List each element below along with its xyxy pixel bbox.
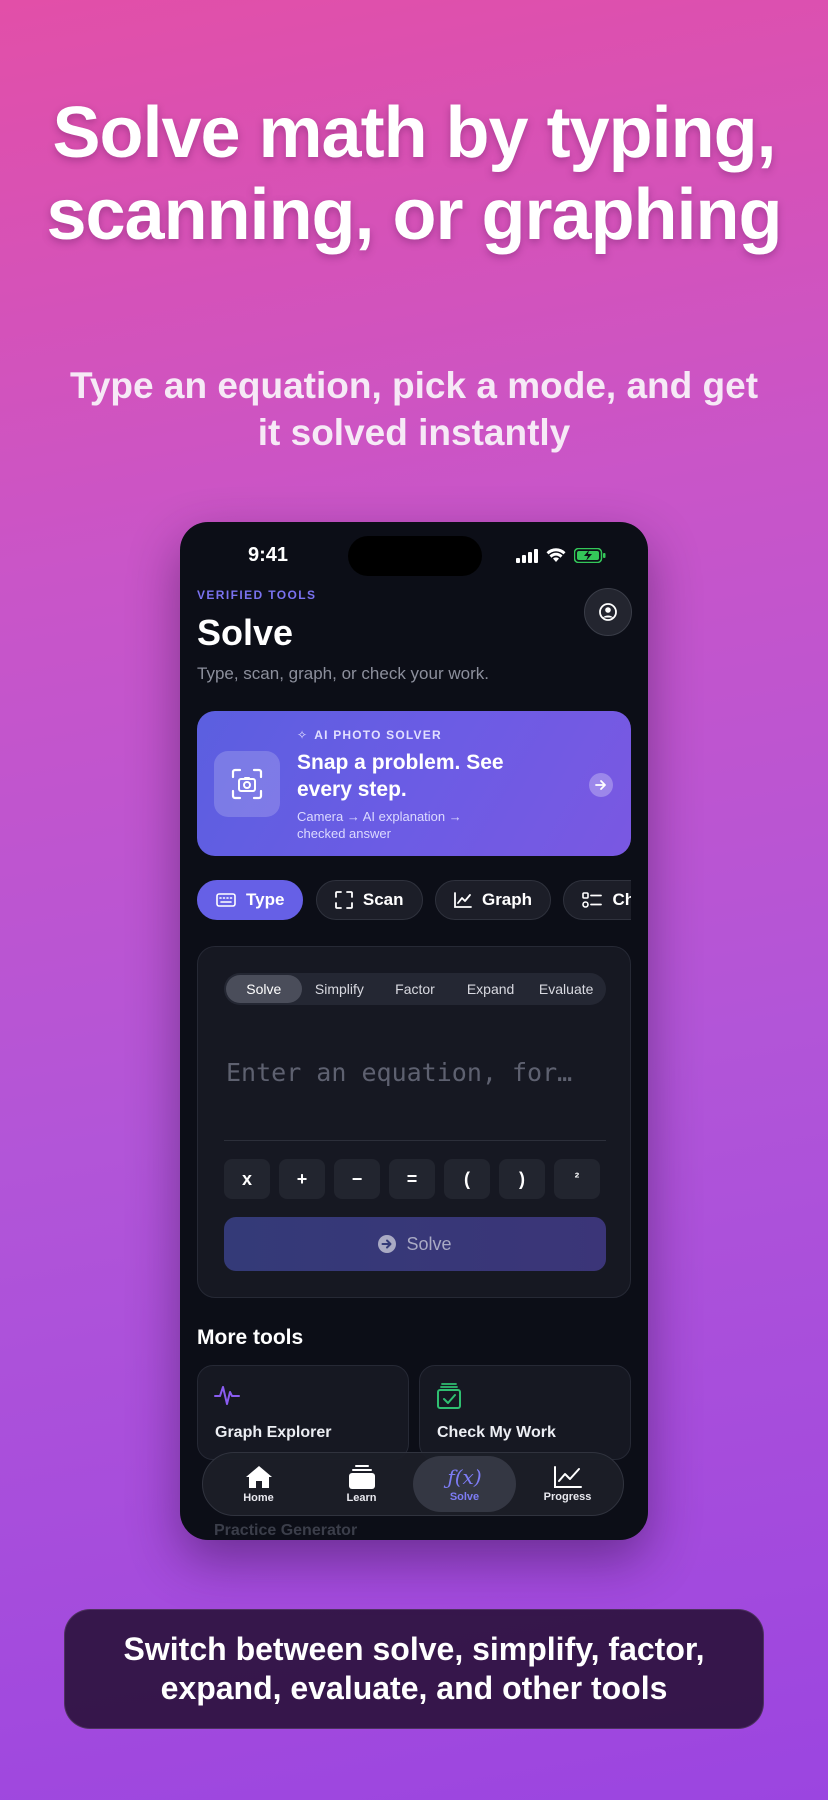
- key-x[interactable]: x: [224, 1159, 270, 1199]
- graph-icon: [454, 892, 472, 908]
- key-open-paren[interactable]: (: [444, 1159, 490, 1199]
- promo-headline: Solve math by typing, scanning, or graph…: [46, 93, 782, 255]
- ai-card-subtitle: Camera → AI explanation → checked answer: [297, 809, 462, 841]
- stack-icon: [348, 1464, 375, 1489]
- op-simplify-tab[interactable]: Simplify: [302, 975, 378, 1003]
- arrow-circle-icon: [378, 1235, 397, 1253]
- promo-subhead: Type an equation, pick a mode, and get i…: [69, 365, 759, 453]
- op-solve-tab[interactable]: Solve: [226, 975, 302, 1003]
- more-tools-title: More tools: [197, 1326, 304, 1349]
- battery-charging-icon: [574, 548, 606, 563]
- mode-scan-label: Scan: [362, 890, 404, 909]
- status-icons: [516, 548, 606, 563]
- tab-progress-label: Progress: [543, 1490, 592, 1503]
- solve-button[interactable]: Solve: [224, 1217, 606, 1271]
- key-minus[interactable]: −: [334, 1159, 380, 1199]
- tab-progress[interactable]: Progress: [516, 1456, 619, 1512]
- tab-solve[interactable]: ƒ(x) Solve: [413, 1456, 516, 1512]
- mode-graph-label: Graph: [481, 890, 533, 909]
- mode-scan-chip[interactable]: Scan: [315, 880, 423, 920]
- header-eyebrow: VERIFIED TOOLS: [197, 588, 317, 602]
- equation-input[interactable]: [224, 1051, 610, 1093]
- ai-card-arrow-button[interactable]: [589, 773, 613, 797]
- phone-frame: 9:41 VERIFIED TOOLS Solve Type, scan, gr…: [180, 522, 648, 1540]
- page-subtitle: Type, scan, graph, or check your work.: [197, 664, 489, 683]
- camera-icon: [231, 768, 263, 800]
- promo-caption-box: Switch between solve, simplify, factor, …: [64, 1609, 764, 1729]
- ai-card-eyebrow-text: AI PHOTO SOLVER: [314, 728, 442, 742]
- op-factor-tab[interactable]: Factor: [377, 975, 453, 1003]
- practice-generator-label[interactable]: Practice Generator: [214, 1522, 357, 1540]
- profile-button[interactable]: [584, 588, 632, 636]
- check-my-work-card[interactable]: Check My Work: [419, 1365, 631, 1460]
- key-equals[interactable]: =: [389, 1159, 435, 1199]
- input-divider: [224, 1140, 606, 1141]
- ai-photo-solver-card[interactable]: ✧ AI PHOTO SOLVER Snap a problem. See eve…: [197, 711, 631, 856]
- home-icon: [245, 1465, 272, 1488]
- ai-card-eyebrow: ✧ AI PHOTO SOLVER: [297, 728, 442, 742]
- graph-explorer-card[interactable]: Graph Explorer: [197, 1365, 409, 1460]
- operation-segmented-control: Solve Simplify Factor Expand Evaluate: [224, 973, 606, 1005]
- op-expand-tab[interactable]: Expand: [453, 975, 529, 1003]
- keyboard-icon: [216, 893, 236, 907]
- ai-card-title: Snap a problem. See every step.: [297, 751, 504, 801]
- key-plus[interactable]: +: [279, 1159, 325, 1199]
- graph-explorer-label: Graph Explorer: [215, 1424, 332, 1441]
- dynamic-island: [348, 536, 482, 576]
- mode-type-label: Type: [246, 890, 285, 909]
- mode-type-chip[interactable]: Type: [197, 880, 304, 920]
- key-squared[interactable]: ²: [554, 1159, 600, 1199]
- signal-icon: [516, 548, 538, 563]
- check-my-work-label: Check My Work: [437, 1424, 556, 1441]
- scan-icon: [334, 891, 353, 909]
- wifi-icon: [546, 548, 566, 562]
- solve-button-label: Solve: [406, 1233, 452, 1254]
- tab-home[interactable]: Home: [207, 1456, 310, 1512]
- status-time: 9:41: [248, 544, 289, 566]
- tab-home-label: Home: [243, 1491, 274, 1504]
- function-icon: ƒ(x): [447, 1464, 482, 1489]
- sparkle-icon: ✧: [297, 728, 309, 742]
- tab-solve-label: Solve: [449, 1490, 480, 1503]
- tab-learn[interactable]: Learn: [310, 1456, 413, 1512]
- tab-learn-label: Learn: [346, 1491, 377, 1504]
- key-close-paren[interactable]: ): [499, 1159, 545, 1199]
- checklist-icon: [582, 892, 603, 908]
- arrow-right-icon: [595, 780, 606, 790]
- mode-check-work-chip[interactable]: Check Work: [563, 880, 631, 920]
- profile-icon: [599, 603, 617, 621]
- check-clipboard-icon: [437, 1383, 461, 1409]
- page-title: Solve: [197, 612, 294, 653]
- mode-check-work-label: Check Work: [612, 890, 631, 909]
- ai-camera-tile: [214, 751, 280, 817]
- chart-icon: [553, 1465, 582, 1488]
- mode-graph-chip[interactable]: Graph: [434, 880, 552, 920]
- symbol-keypad: x + − = ( ) ²: [224, 1159, 606, 1199]
- input-mode-selector: Type Scan Graph Check Work: [197, 880, 631, 922]
- bottom-tab-bar: Home Learn ƒ(x) Solve Progress: [202, 1452, 624, 1516]
- waveform-icon: [214, 1386, 240, 1405]
- op-evaluate-tab[interactable]: Evaluate: [528, 975, 604, 1003]
- promo-caption: Switch between solve, simplify, factor, …: [123, 1631, 705, 1706]
- solver-card: Solve Simplify Factor Expand Evaluate x …: [197, 946, 631, 1298]
